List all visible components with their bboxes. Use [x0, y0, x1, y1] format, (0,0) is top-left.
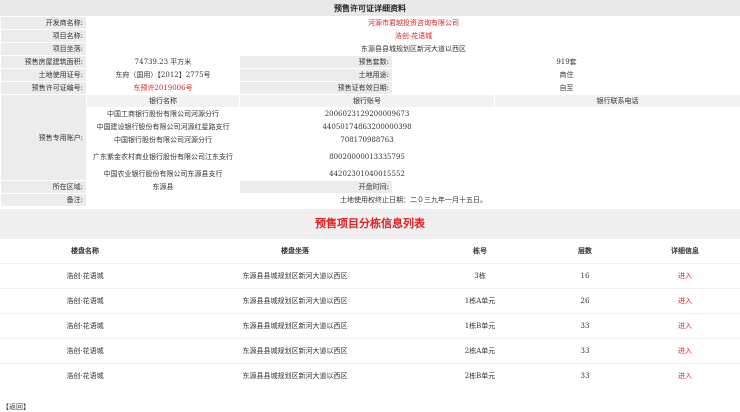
- opening-value: [392, 180, 740, 194]
- bank-name: 中国建设银行股份有限公司河源红星路支行: [86, 120, 240, 134]
- land-cert-label: 土地使用证号:: [0, 68, 87, 82]
- bank-account: 708170988763: [239, 133, 495, 147]
- bank-phone: [494, 120, 740, 134]
- units-value: 919套: [392, 55, 740, 69]
- table-row: 浩创·花语城 东源县县城规划区新河大道以西区 2栋A单元 33 进入: [0, 338, 740, 364]
- bank-phone: [494, 167, 740, 181]
- col-header-detail: 详细信息: [671, 246, 699, 255]
- location-label: 项目坐落:: [0, 42, 87, 56]
- district-label: 所在区域:: [0, 180, 87, 194]
- building-number: 2栋A单元: [420, 338, 540, 364]
- bank-account-header: 银行账号: [239, 94, 495, 108]
- building-name: 浩创·花语城: [0, 338, 170, 364]
- bank-name: 广东紫金农村商业银行股份有限公司江东支行: [86, 146, 240, 168]
- table-row: 浩创·花语城 东源县县城规划区新河大道以西区 1栋A单元 26 进入: [0, 288, 740, 314]
- building-name: 浩创·花语城: [0, 313, 170, 339]
- bank-account: 44202301040015552: [239, 167, 495, 181]
- enter-link[interactable]: 进入: [630, 288, 740, 314]
- col-header-floors: 层数: [578, 246, 592, 255]
- bank-name-header: 银行名称: [86, 94, 240, 108]
- table-row: 浩创·花语城 东源县县城规划区新河大道以西区 2栋B单元 33 进入: [0, 363, 740, 388]
- district-value: 东源县: [86, 180, 240, 194]
- developer-value: 河源市君越投资咨询有限公司: [86, 16, 740, 30]
- permit-number-value: 东预许2019006号: [86, 81, 240, 95]
- enter-link[interactable]: 进入: [630, 263, 740, 289]
- bank-phone: [494, 146, 740, 168]
- project-value: 浩创·花语城: [86, 29, 740, 43]
- bank-name: 中国工商银行股份有限公司河源分行: [86, 107, 240, 121]
- bank-phone: [494, 107, 740, 121]
- section-title: 预售项目分栋信息列表: [0, 209, 740, 239]
- bank-account: 2006023129200009673: [239, 107, 495, 121]
- permit-validity-value: 自至: [392, 81, 740, 95]
- building-number: 1栋A单元: [420, 288, 540, 314]
- enter-link[interactable]: 进入: [630, 363, 740, 388]
- area-value: 74739.23 平方米: [86, 55, 240, 69]
- permit-number-label: 预售许可证编号:: [0, 81, 87, 95]
- building-floors: 26: [540, 288, 630, 314]
- permit-validity-label: 预售证有效日期:: [239, 81, 393, 95]
- building-floors: 33: [540, 313, 630, 339]
- table-row: 浩创·花语城 东源县县城规划区新河大道以西区 1栋B单元 33 进入: [0, 313, 740, 339]
- project-label: 项目名称:: [0, 29, 87, 43]
- back-link[interactable]: 【返回】: [2, 402, 30, 412]
- location-value: 东源县县城规划区新河大道以西区: [86, 42, 740, 56]
- building-name: 浩创·花语城: [0, 263, 170, 289]
- building-number: 3栋: [420, 263, 540, 289]
- building-location: 东源县县城规划区新河大道以西区: [170, 338, 420, 364]
- enter-link[interactable]: 进入: [630, 313, 740, 339]
- building-number: 1栋B单元: [420, 313, 540, 339]
- remark-value: 土地使用权终止日期：二０三九年一月十五日。: [86, 193, 740, 207]
- building-location: 东源县县城规划区新河大道以西区: [170, 263, 420, 289]
- land-use-value: 商住: [392, 68, 740, 82]
- land-cert-value: 东府（国用）【2012】2775号: [86, 68, 240, 82]
- enter-link[interactable]: 进入: [630, 338, 740, 364]
- building-number: 2栋B单元: [420, 363, 540, 388]
- building-location: 东源县县城规划区新河大道以西区: [170, 288, 420, 314]
- bank-phone-header: 银行联系电话: [494, 94, 740, 108]
- bank-name: 中国银行股份有限公司河源分行: [86, 133, 240, 147]
- opening-label: 开盘时间:: [239, 180, 393, 194]
- building-floors: 33: [540, 363, 630, 388]
- permit-detail-table: 开发商名称: 河源市君越投资咨询有限公司 项目名称: 浩创·花语城 项目坐落: …: [0, 16, 740, 207]
- area-label: 预售房屋建筑面积:: [0, 55, 87, 69]
- bank-account: 44050174863200000398: [239, 120, 495, 134]
- page-title: 预售许可证详细资料: [0, 0, 740, 16]
- building-location: 东源县县城规划区新河大道以西区: [170, 363, 420, 388]
- col-header-number: 栋号: [473, 246, 487, 255]
- building-name: 浩创·花语城: [0, 363, 170, 388]
- bank-phone: [494, 133, 740, 147]
- developer-label: 开发商名称:: [0, 16, 87, 30]
- remark-label: 备注:: [0, 193, 87, 207]
- building-name: 浩创·花语城: [0, 288, 170, 314]
- col-header-location: 楼盘坐落: [281, 246, 309, 255]
- land-use-label: 土地用途:: [239, 68, 393, 82]
- table-row: 浩创·花语城 东源县县城规划区新河大道以西区 3栋 16 进入: [0, 263, 740, 289]
- building-floors: 16: [540, 263, 630, 289]
- units-label: 预售套数:: [239, 55, 393, 69]
- building-floors: 33: [540, 338, 630, 364]
- account-label: 预售专用账户:: [0, 94, 87, 181]
- building-location: 东源县县城规划区新河大道以西区: [170, 313, 420, 339]
- bank-name: 中国农业银行股份有限公司东源县支行: [86, 167, 240, 181]
- building-table: 楼盘名称 楼盘坐落 栋号 层数 详细信息 浩创·花语城 东源县县城规划区新河大道…: [0, 239, 740, 388]
- col-header-name: 楼盘名称: [71, 246, 99, 255]
- building-table-header: 楼盘名称 楼盘坐落 栋号 层数 详细信息: [0, 239, 740, 264]
- bank-account: 80020000013335795: [239, 146, 495, 168]
